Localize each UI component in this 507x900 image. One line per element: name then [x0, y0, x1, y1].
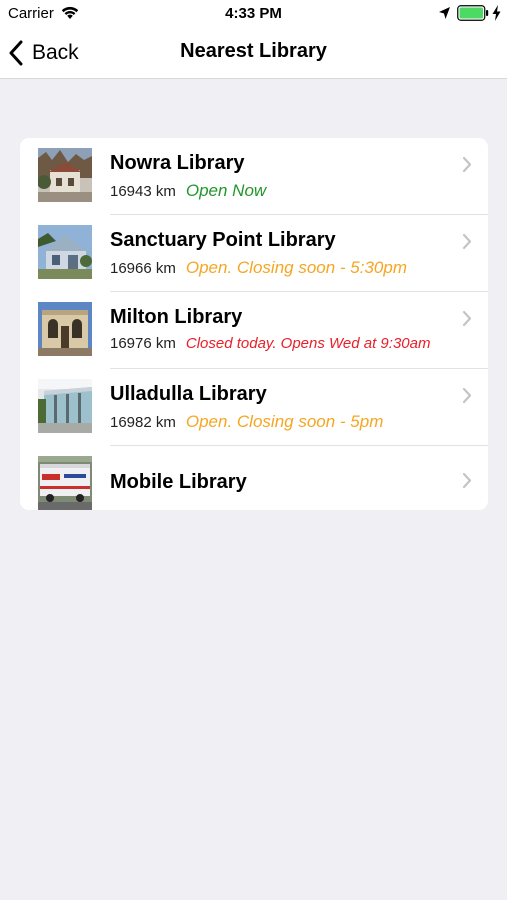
library-name: Mobile Library: [110, 471, 247, 493]
library-subtitle: 16976 km Closed today. Opens Wed at 9:30…: [110, 335, 430, 352]
chevron-right-icon: [462, 310, 472, 327]
library-subtitle: 16966 km Open. Closing soon - 5:30pm: [110, 258, 407, 278]
library-name: Sanctuary Point Library: [110, 229, 336, 251]
library-distance: 16943 km: [110, 183, 176, 200]
library-list: Nowra Library 16943 km Open Now Sanctuar…: [20, 138, 488, 510]
ulladulla-library-photo: [38, 379, 92, 433]
library-status: Closed today. Opens Wed at 9:30am: [185, 335, 431, 352]
nowra-library-photo: [38, 148, 92, 202]
chevron-right-icon: [462, 233, 472, 250]
library-row-nowra[interactable]: Nowra Library 16943 km Open Now: [20, 138, 488, 215]
library-status: Open. Closing soon - 5pm: [185, 412, 384, 431]
library-name: Milton Library: [110, 306, 243, 328]
library-name: Ulladulla Library: [110, 383, 267, 405]
library-distance: 16982 km: [110, 414, 176, 431]
library-row-ulladulla[interactable]: Ulladulla Library 16982 km Open. Closing…: [20, 369, 488, 446]
location-arrow-icon: [439, 7, 450, 19]
library-status: Open. Closing soon - 5:30pm: [185, 258, 407, 277]
library-distance: 16966 km: [110, 260, 176, 277]
library-row-milton[interactable]: Milton Library 16976 km Closed today. Op…: [20, 292, 488, 369]
library-status: Open Now: [185, 181, 267, 200]
milton-library-photo: [38, 302, 92, 356]
navigation-bar: Back Nearest Library: [0, 28, 507, 79]
library-row-sanctuary-point[interactable]: Sanctuary Point Library 16966 km Open. C…: [20, 215, 488, 292]
status-bar: Carrier 4:33 PM: [0, 0, 507, 28]
battery-icon: [457, 5, 489, 21]
library-subtitle: 16943 km Open Now: [110, 181, 266, 201]
chevron-right-icon: [462, 472, 472, 489]
mobile-library-photo: [38, 456, 92, 510]
charging-bolt-icon: [492, 5, 501, 21]
library-subtitle: 16982 km Open. Closing soon - 5pm: [110, 412, 383, 432]
status-time: 4:33 PM: [225, 5, 282, 22]
chevron-right-icon: [462, 387, 472, 404]
chevron-right-icon: [462, 156, 472, 173]
sanctuary-point-library-photo: [38, 225, 92, 279]
library-distance: 16976 km: [110, 335, 176, 352]
page-title: Nearest Library: [180, 40, 327, 62]
library-name: Nowra Library: [110, 152, 245, 174]
library-row-mobile[interactable]: Mobile Library: [20, 446, 488, 510]
